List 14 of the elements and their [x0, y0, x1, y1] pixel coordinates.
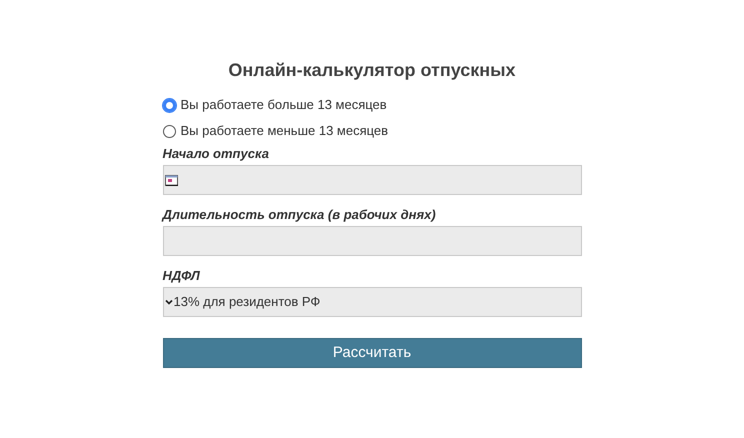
input-field[interactable] [162, 226, 582, 256]
calendar-icon [164, 174, 178, 186]
form-title: Онлайн-калькулятор отпускных [228, 59, 516, 82]
select-field[interactable]: 13% для резидентов РФ [162, 287, 582, 317]
date-field[interactable] [162, 165, 582, 195]
radio-button[interactable] [162, 124, 176, 138]
field-label: Начало отпуска [162, 146, 270, 162]
calculate-button[interactable]: Рассчитать [162, 338, 582, 368]
field-label: Длительность отпуска (в рабочих днях) [162, 207, 437, 223]
chevron-down-icon [164, 299, 172, 305]
field-label: НДФЛ [162, 268, 201, 284]
radio-label: Вы работаете больше 13 месяцев [180, 96, 387, 114]
radio-button[interactable] [162, 98, 176, 112]
radio-label: Вы работаете меньше 13 месяцев [180, 122, 388, 140]
